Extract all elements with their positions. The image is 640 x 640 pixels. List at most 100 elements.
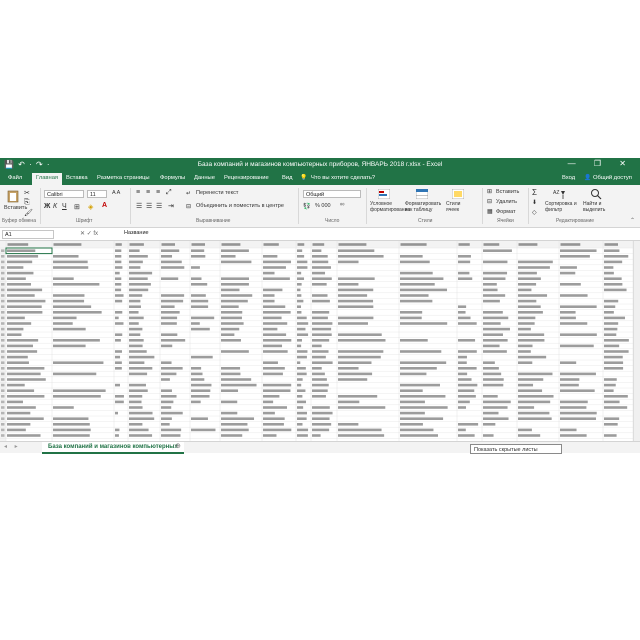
cell-text — [297, 389, 306, 392]
collapse-ribbon-icon[interactable]: ⌃ — [630, 217, 635, 224]
sheet-tab-active[interactable]: База компаний и магазинов компьютерных — [42, 442, 184, 454]
cell-text — [604, 327, 618, 331]
formula-buttons[interactable]: ✕ ✓ fx — [80, 230, 98, 237]
cell-text — [161, 361, 172, 364]
cell-text — [53, 406, 74, 409]
cell-text — [115, 316, 119, 320]
font-name-select[interactable]: Calibri — [44, 190, 84, 198]
cell-text — [191, 327, 210, 331]
formula-input[interactable]: Название — [124, 230, 149, 236]
cell-text — [400, 294, 429, 297]
conditional-formatting-button[interactable]: Условное форматирование — [370, 201, 410, 213]
vertical-scrollbar[interactable] — [633, 241, 640, 441]
sort-filter-button[interactable]: Сортировка и фильтр — [545, 201, 579, 213]
cell-text — [483, 383, 504, 387]
cell-text — [458, 395, 476, 398]
font-color-icon[interactable]: A — [102, 202, 107, 209]
autosum-button[interactable]: Σ — [532, 188, 537, 197]
cell-styles-button[interactable]: Стили ячеек — [446, 201, 470, 213]
format-cells-button[interactable]: Формат — [496, 209, 516, 215]
format-as-table-button[interactable]: Форматировать как таблицу — [405, 201, 441, 213]
align-top-icon[interactable]: ≡ — [136, 189, 140, 196]
add-sheet-button[interactable]: ⊕ — [175, 442, 181, 452]
copy-icon[interactable]: ⎘ — [24, 199, 30, 207]
cell-text — [53, 266, 89, 269]
number-format-select[interactable]: Общий — [303, 190, 361, 198]
cell-text — [115, 411, 118, 415]
clear-icon[interactable]: ◇ — [532, 209, 537, 216]
cell-text — [604, 355, 623, 359]
fill-color-icon[interactable]: ◈ — [88, 203, 93, 211]
align-center-icon[interactable]: ☰ — [146, 202, 152, 210]
cell-text — [338, 361, 372, 364]
wrap-text-button[interactable]: Перенести текст — [196, 190, 238, 196]
share-button[interactable]: Общий доступ — [593, 175, 632, 181]
cell-text — [400, 406, 448, 409]
tab-insert[interactable]: Вставка — [66, 175, 88, 181]
delete-cells-button[interactable]: Удалить — [496, 199, 517, 205]
tell-me-search[interactable]: Что вы хотите сделать? — [311, 175, 375, 181]
cell-text — [518, 271, 537, 275]
sheet-nav-buttons[interactable]: ◂ ▸ — [4, 442, 21, 452]
percent-button[interactable]: % 000 — [315, 203, 331, 209]
ribbon-home: Вставить ✂ ⎘ 🖌 Calibri 11 A A Ж К Ч ⊞ ◈ … — [0, 185, 640, 228]
cell-text — [263, 255, 278, 258]
cell-text — [129, 344, 143, 348]
cell-text — [338, 294, 368, 297]
tab-home[interactable]: Главная — [32, 173, 63, 185]
fill-icon[interactable]: ⬇ — [532, 199, 537, 206]
format-painter-icon[interactable]: 🖌 — [24, 209, 33, 217]
font-grow-button[interactable]: A A — [112, 190, 120, 196]
cell-text — [312, 372, 325, 376]
italic-button[interactable]: К — [53, 203, 57, 210]
cell-text — [7, 428, 26, 432]
name-box[interactable]: A1 — [2, 230, 54, 239]
tab-page-layout[interactable]: Разметка страницы — [97, 175, 150, 181]
sign-in-link[interactable]: Вход — [562, 175, 575, 181]
spreadsheet-grid[interactable] — [0, 241, 633, 441]
tab-data[interactable]: Данные — [194, 175, 215, 181]
cell-text — [53, 305, 92, 308]
merge-center-button[interactable]: Объединить и поместить в центре — [196, 203, 284, 209]
underline-button[interactable]: Ч — [62, 203, 67, 210]
currency-icon[interactable]: 💱 — [303, 203, 310, 210]
bold-button[interactable]: Ж — [44, 203, 50, 210]
align-right-icon[interactable]: ☰ — [156, 202, 162, 210]
cell-text — [604, 316, 625, 320]
cell-text — [129, 367, 153, 370]
group-label-editing: Редактирование — [556, 218, 595, 224]
cell-text — [297, 260, 308, 264]
cell-styles-icon — [452, 189, 464, 199]
font-size-select[interactable]: 11 — [87, 190, 107, 198]
tab-review[interactable]: Рецензирование — [224, 175, 269, 181]
decimal-icon[interactable]: ⁰⁰ — [340, 203, 344, 209]
tab-file[interactable]: Файл — [8, 175, 22, 181]
row-number — [1, 361, 5, 364]
cell-text — [560, 406, 587, 409]
borders-icon[interactable]: ⊞ — [74, 203, 80, 211]
align-middle-icon[interactable]: ≡ — [146, 189, 150, 196]
cell-text — [115, 400, 124, 404]
align-bottom-icon[interactable]: ≡ — [156, 189, 160, 196]
cell-text — [604, 277, 622, 280]
cell-text — [400, 383, 440, 387]
align-left-icon[interactable]: ☰ — [136, 202, 142, 210]
column-header-text — [312, 243, 325, 246]
tab-formulas[interactable]: Формулы — [160, 175, 185, 181]
cell-text — [297, 372, 307, 376]
cell-text — [115, 260, 122, 264]
window-controls[interactable]: — ❐ ✕ — [568, 159, 634, 168]
delete-cells-icon: ⊟ — [487, 199, 493, 205]
cell-text — [604, 283, 623, 286]
cell-text — [518, 406, 535, 409]
find-select-button[interactable]: Найти и выделить — [583, 201, 613, 213]
tab-view[interactable]: Вид — [282, 175, 293, 181]
cell-text — [338, 283, 359, 286]
row-number — [1, 322, 5, 325]
insert-cells-button[interactable]: Вставить — [496, 189, 519, 195]
cut-icon[interactable]: ✂ — [24, 189, 30, 197]
merge-icon: ⊟ — [186, 204, 192, 210]
indent-icon[interactable]: ⇥ — [168, 202, 174, 210]
cell-text — [483, 378, 504, 381]
orientation-icon[interactable]: ⤢ — [166, 189, 172, 197]
